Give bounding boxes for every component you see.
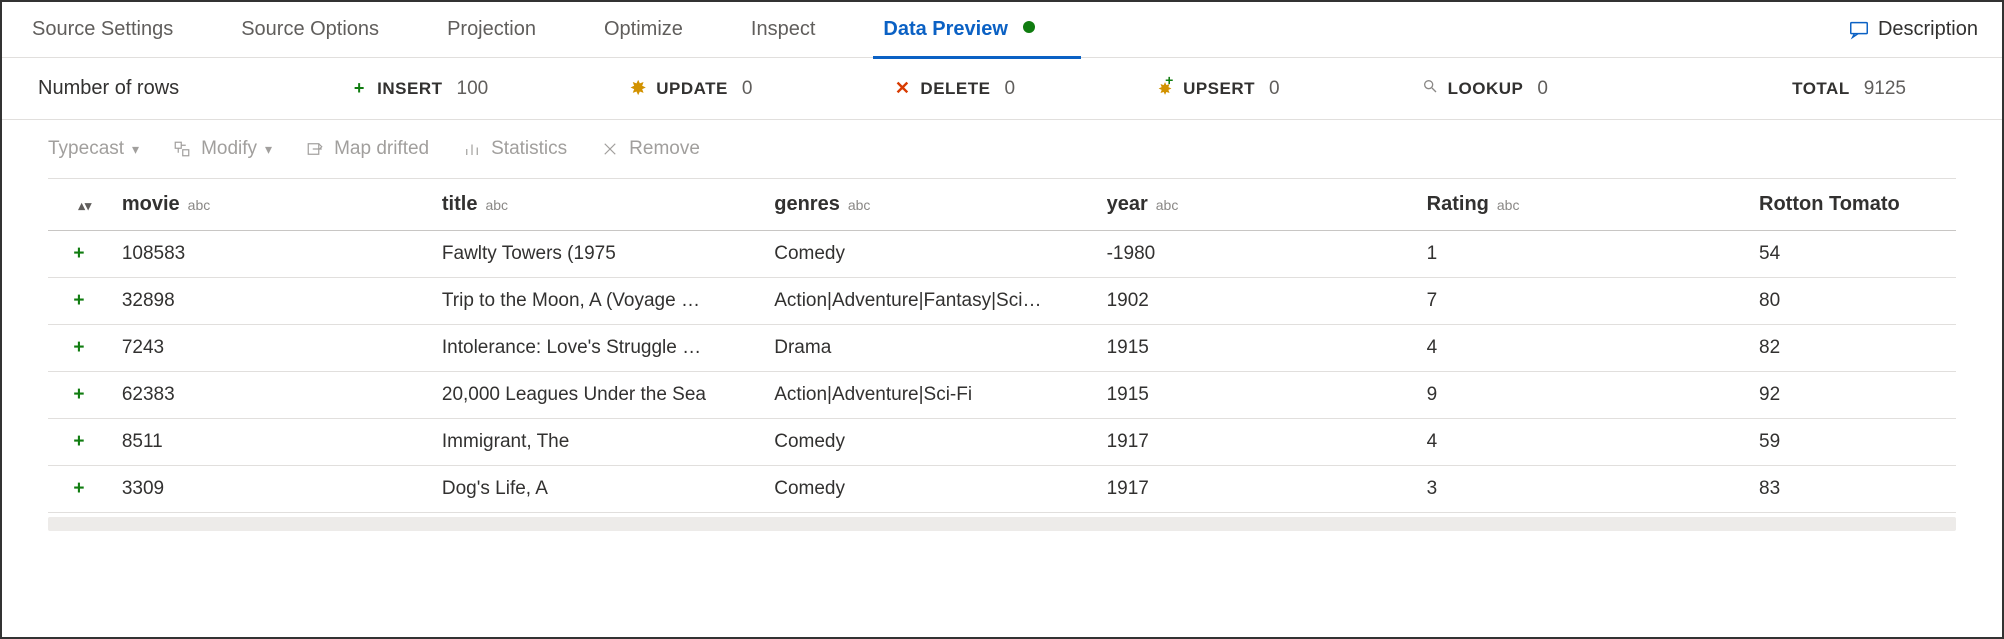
map-drifted-button[interactable]: Map drifted bbox=[306, 138, 429, 160]
cell-year: 1902 bbox=[1107, 278, 1427, 325]
stat-lookup: LOOKUP 0 bbox=[1420, 78, 1548, 100]
cell-genres: Action|Adventure|Fantasy|Sci… bbox=[774, 278, 1106, 325]
expand-row-icon[interactable]: + bbox=[48, 419, 122, 466]
tab-inspect[interactable]: Inspect bbox=[745, 2, 821, 58]
stat-delete: ✕ DELETE 0 bbox=[892, 78, 1015, 100]
cell-title: Fawlty Towers (1975 bbox=[442, 231, 774, 278]
modify-icon bbox=[173, 140, 191, 158]
cell-year: 1917 bbox=[1107, 466, 1427, 513]
expand-row-icon[interactable]: + bbox=[48, 372, 122, 419]
col-year[interactable]: yearabc bbox=[1107, 179, 1427, 231]
cell-rating: 4 bbox=[1427, 419, 1759, 466]
table-row[interactable]: +32898Trip to the Moon, A (Voyage …Actio… bbox=[48, 278, 1956, 325]
remove-icon bbox=[601, 140, 619, 158]
cell-rating: 3 bbox=[1427, 466, 1759, 513]
remove-button[interactable]: Remove bbox=[601, 138, 700, 160]
cell-movie: 32898 bbox=[122, 278, 442, 325]
cell-year: -1980 bbox=[1107, 231, 1427, 278]
cell-rating: 1 bbox=[1427, 231, 1759, 278]
statistics-button[interactable]: Statistics bbox=[463, 138, 567, 160]
cell-rotten: 59 bbox=[1759, 419, 1956, 466]
horizontal-scrollbar[interactable] bbox=[48, 517, 1956, 531]
cell-year: 1917 bbox=[1107, 419, 1427, 466]
stats-bar: Number of rows + INSERT 100 ✸ UPDATE 0 ✕… bbox=[2, 58, 2002, 120]
cell-genres: Comedy bbox=[774, 231, 1106, 278]
asterisk-icon: ✸ bbox=[628, 78, 648, 99]
cell-title: 20,000 Leagues Under the Sea bbox=[442, 372, 774, 419]
tab-label: Data Preview bbox=[883, 18, 1008, 40]
data-table: ▴▾ movieabc titleabc genresabc yearabc R… bbox=[48, 178, 1956, 513]
tab-data-preview[interactable]: Data Preview bbox=[877, 2, 1041, 58]
statistics-icon bbox=[463, 140, 481, 158]
col-rating[interactable]: Ratingabc bbox=[1427, 179, 1759, 231]
sort-icon: ▴▾ bbox=[78, 198, 91, 213]
stat-insert: + INSERT 100 bbox=[349, 78, 488, 100]
description-label: Description bbox=[1878, 18, 1978, 41]
cell-movie: 7243 bbox=[122, 325, 442, 372]
cell-rotten: 82 bbox=[1759, 325, 1956, 372]
expand-row-icon[interactable]: + bbox=[48, 466, 122, 513]
table-row[interactable]: +6238320,000 Leagues Under the SeaAction… bbox=[48, 372, 1956, 419]
cell-title: Dog's Life, A bbox=[442, 466, 774, 513]
comment-icon bbox=[1848, 19, 1870, 41]
plus-icon: + bbox=[349, 78, 369, 99]
cell-rating: 9 bbox=[1427, 372, 1759, 419]
table-row[interactable]: +3309Dog's Life, AComedy1917383 bbox=[48, 466, 1956, 513]
table-toolbar: Typecast▾ Modify▾ Map drifted Statistics… bbox=[2, 120, 2002, 178]
stat-upsert: ✸+ UPSERT 0 bbox=[1155, 78, 1280, 100]
tab-source-settings[interactable]: Source Settings bbox=[26, 2, 179, 58]
cell-rotten: 80 bbox=[1759, 278, 1956, 325]
col-expand[interactable]: ▴▾ bbox=[48, 179, 122, 231]
description-button[interactable]: Description bbox=[1848, 18, 1978, 41]
cell-title: Trip to the Moon, A (Voyage … bbox=[442, 278, 774, 325]
cell-rotten: 92 bbox=[1759, 372, 1956, 419]
cell-movie: 8511 bbox=[122, 419, 442, 466]
typecast-button[interactable]: Typecast▾ bbox=[48, 138, 139, 160]
table-row[interactable]: +7243Intolerance: Love's Struggle …Drama… bbox=[48, 325, 1956, 372]
col-genres[interactable]: genresabc bbox=[774, 179, 1106, 231]
cell-title: Intolerance: Love's Struggle … bbox=[442, 325, 774, 372]
status-dot-icon bbox=[1023, 21, 1035, 33]
col-title[interactable]: titleabc bbox=[442, 179, 774, 231]
tab-optimize[interactable]: Optimize bbox=[598, 2, 689, 58]
search-icon bbox=[1420, 78, 1440, 99]
cell-genres: Comedy bbox=[774, 419, 1106, 466]
upsert-icon: ✸+ bbox=[1155, 78, 1175, 99]
chevron-down-icon: ▾ bbox=[132, 141, 139, 158]
tabs-bar: Source Settings Source Options Projectio… bbox=[2, 2, 2002, 58]
cell-title: Immigrant, The bbox=[442, 419, 774, 466]
cell-genres: Action|Adventure|Sci-Fi bbox=[774, 372, 1106, 419]
tab-projection[interactable]: Projection bbox=[441, 2, 542, 58]
cell-rating: 7 bbox=[1427, 278, 1759, 325]
expand-row-icon[interactable]: + bbox=[48, 278, 122, 325]
cell-movie: 108583 bbox=[122, 231, 442, 278]
stat-total: TOTAL 9125 bbox=[1792, 78, 1906, 100]
chevron-down-icon: ▾ bbox=[265, 141, 272, 158]
cell-rotten: 54 bbox=[1759, 231, 1956, 278]
cell-rating: 4 bbox=[1427, 325, 1759, 372]
expand-row-icon[interactable]: + bbox=[48, 231, 122, 278]
cell-movie: 3309 bbox=[122, 466, 442, 513]
cell-rotten: 83 bbox=[1759, 466, 1956, 513]
col-movie[interactable]: movieabc bbox=[122, 179, 442, 231]
tab-source-options[interactable]: Source Options bbox=[235, 2, 385, 58]
expand-row-icon[interactable]: + bbox=[48, 325, 122, 372]
table-row[interactable]: +8511Immigrant, TheComedy1917459 bbox=[48, 419, 1956, 466]
cell-year: 1915 bbox=[1107, 325, 1427, 372]
cell-genres: Drama bbox=[774, 325, 1106, 372]
table-row[interactable]: +108583Fawlty Towers (1975Comedy-1980154 bbox=[48, 231, 1956, 278]
col-rotten[interactable]: Rotton Tomato bbox=[1759, 179, 1956, 231]
stats-title: Number of rows bbox=[38, 77, 179, 100]
cell-genres: Comedy bbox=[774, 466, 1106, 513]
cell-year: 1915 bbox=[1107, 372, 1427, 419]
map-drifted-icon bbox=[306, 140, 324, 158]
x-icon: ✕ bbox=[892, 78, 912, 99]
cell-movie: 62383 bbox=[122, 372, 442, 419]
stat-update: ✸ UPDATE 0 bbox=[628, 78, 752, 100]
modify-button[interactable]: Modify▾ bbox=[173, 138, 272, 160]
